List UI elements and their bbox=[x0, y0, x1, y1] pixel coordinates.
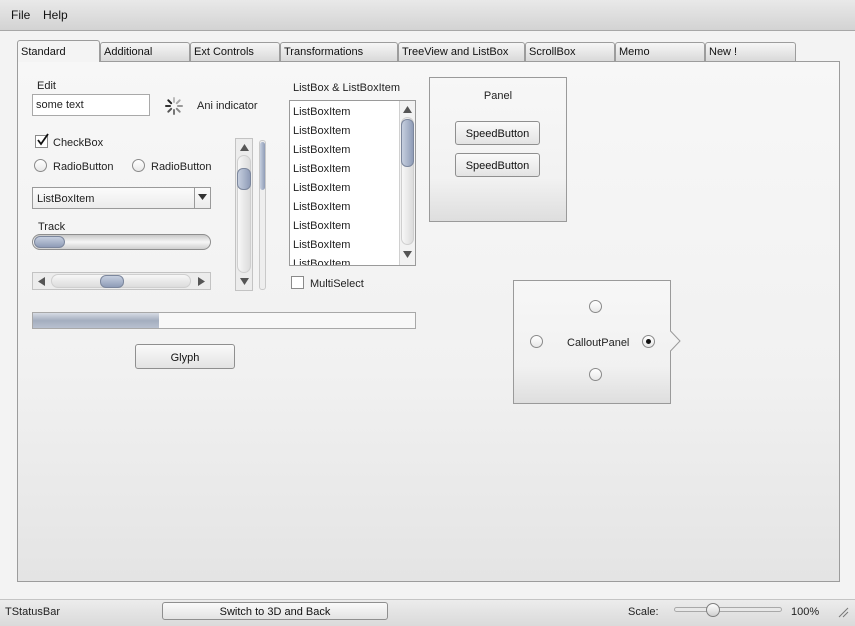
vertical-scroll-thumb[interactable] bbox=[237, 167, 251, 190]
arrow-up-icon[interactable] bbox=[403, 106, 412, 113]
multiselect-checkbox[interactable] bbox=[291, 276, 304, 289]
listbox-scroll-thumb[interactable] bbox=[401, 119, 414, 167]
multiselect-label: MultiSelect bbox=[310, 278, 364, 290]
listbox-scrollbar[interactable] bbox=[399, 101, 415, 265]
callout-radio-left[interactable] bbox=[530, 335, 543, 348]
standard-content: Edit some text Ani indicator CheckBox Ra… bbox=[0, 0, 855, 625]
callout-panel-label: CalloutPanel bbox=[567, 337, 630, 349]
radio-button-1[interactable] bbox=[34, 159, 47, 172]
checkbox-label: CheckBox bbox=[53, 137, 104, 149]
arrow-down-icon[interactable] bbox=[240, 278, 249, 285]
thin-scrollbar[interactable] bbox=[259, 140, 266, 290]
vertical-scrollbar[interactable] bbox=[235, 138, 253, 291]
spinner-icon bbox=[165, 97, 183, 115]
checkbox[interactable] bbox=[35, 133, 49, 148]
radio-button-2[interactable] bbox=[132, 159, 145, 172]
list-item[interactable]: ListBoxItem bbox=[293, 182, 350, 194]
callout-radio-top[interactable] bbox=[589, 300, 602, 313]
list-item[interactable]: ListBoxItem bbox=[293, 125, 350, 137]
radio-button-2-label: RadioButton bbox=[151, 161, 212, 173]
list-item[interactable]: ListBoxItem bbox=[293, 144, 350, 156]
chevron-down-icon bbox=[198, 194, 207, 200]
radio-button-1-label: RadioButton bbox=[53, 161, 114, 173]
listbox-label: ListBox & ListBoxItem bbox=[293, 82, 400, 94]
arrow-up-icon[interactable] bbox=[240, 144, 249, 151]
horizontal-scrollbar[interactable] bbox=[32, 272, 211, 290]
thin-scroll-thumb[interactable] bbox=[260, 142, 265, 190]
edit-label: Edit bbox=[37, 80, 56, 92]
radio-dot-icon bbox=[646, 339, 651, 344]
list-item[interactable]: ListBoxItem bbox=[293, 163, 350, 175]
combo-box-value: ListBoxItem bbox=[37, 193, 95, 205]
panel: Panel SpeedButton SpeedButton bbox=[429, 77, 567, 222]
list-item[interactable]: ListBoxItem bbox=[293, 239, 350, 251]
combo-dropdown-button[interactable] bbox=[194, 188, 210, 208]
progress-bar bbox=[32, 312, 416, 329]
checkmark-icon bbox=[37, 133, 49, 146]
track-thumb[interactable] bbox=[34, 236, 65, 248]
speed-button-2[interactable]: SpeedButton bbox=[455, 153, 540, 177]
list-item[interactable]: ListBoxItem bbox=[293, 220, 350, 232]
edit-input[interactable]: some text bbox=[32, 94, 150, 116]
list-item[interactable]: ListBoxItem bbox=[293, 201, 350, 213]
callout-radio-right[interactable] bbox=[642, 335, 655, 348]
arrow-down-icon[interactable] bbox=[403, 251, 412, 258]
horizontal-scroll-thumb[interactable] bbox=[99, 275, 124, 288]
track-bar[interactable] bbox=[32, 234, 211, 250]
combo-box[interactable]: ListBoxItem bbox=[32, 187, 211, 209]
track-label: Track bbox=[38, 221, 66, 233]
speed-button-1[interactable]: SpeedButton bbox=[455, 121, 540, 145]
list-item[interactable]: ListBoxItem bbox=[293, 258, 350, 265]
list-item[interactable]: ListBoxItem bbox=[293, 106, 350, 118]
progress-fill bbox=[33, 313, 160, 328]
arrow-right-icon[interactable] bbox=[198, 277, 205, 286]
callout-radio-bottom[interactable] bbox=[589, 368, 602, 381]
arrow-left-icon[interactable] bbox=[38, 277, 45, 286]
panel-label: Panel bbox=[483, 90, 513, 102]
listbox[interactable]: ListBoxItem ListBoxItem ListBoxItem List… bbox=[289, 100, 416, 266]
ani-indicator-label: Ani indicator bbox=[197, 100, 258, 112]
glyph-button[interactable]: Glyph bbox=[135, 344, 235, 369]
